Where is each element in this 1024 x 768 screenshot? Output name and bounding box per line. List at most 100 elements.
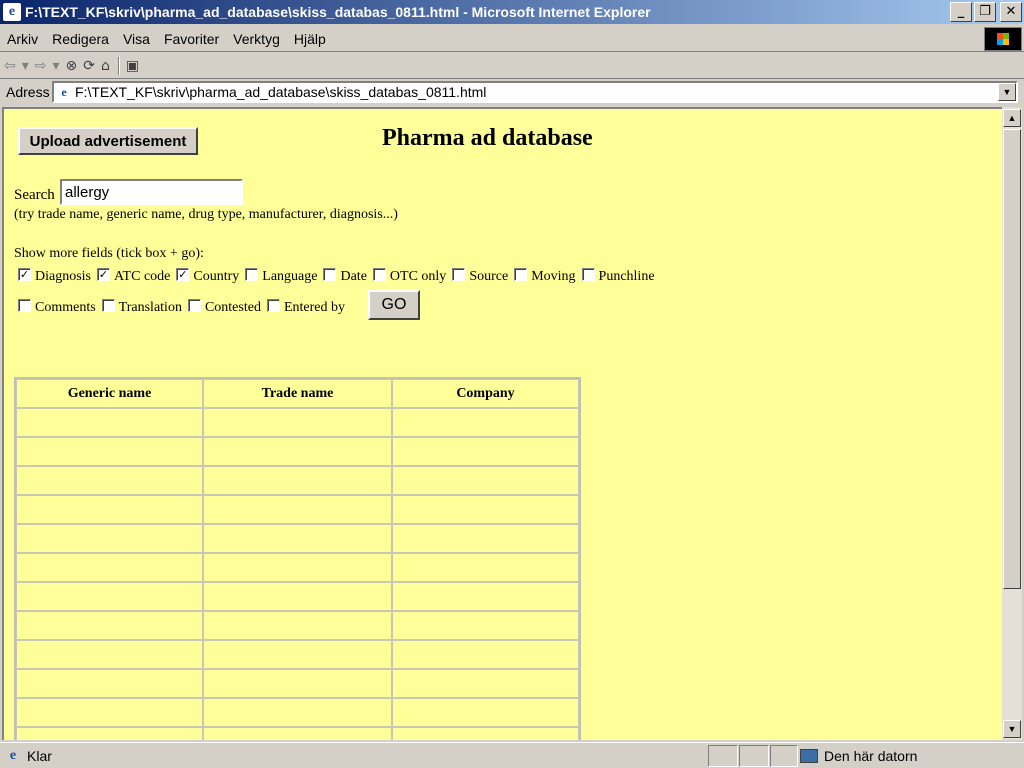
header-generic-name[interactable]: Generic name — [16, 379, 203, 408]
back-icon[interactable]: ⇦ — [4, 58, 16, 74]
table-cell — [203, 611, 392, 640]
table-cell — [203, 698, 392, 727]
menu-favoriter[interactable]: Favoriter — [157, 31, 226, 47]
table-cell — [392, 698, 579, 727]
menu-arkiv[interactable]: Arkiv — [0, 31, 45, 47]
address-url[interactable]: F:\TEXT_KF\skriv\pharma_ad_database\skis… — [75, 84, 486, 100]
upload-advertisement-button[interactable]: Upload advertisement — [18, 127, 198, 155]
field-checkbox-otc-only[interactable]: OTC only — [372, 268, 447, 285]
field-checkbox-atc-code[interactable]: ✓ ATC code — [97, 268, 170, 285]
scroll-thumb[interactable] — [1003, 129, 1021, 589]
home-icon[interactable]: ⌂ — [101, 58, 110, 74]
table-cell — [203, 408, 392, 437]
checkbox[interactable] — [372, 268, 386, 281]
table-cell — [16, 466, 203, 495]
table-cell — [392, 611, 579, 640]
results-table: Generic name Trade name Company — [14, 377, 581, 740]
field-checkbox-translation[interactable]: Translation — [101, 299, 182, 316]
toolbar-separator — [117, 56, 120, 75]
fullscreen-icon[interactable]: ▣ — [126, 58, 139, 74]
vertical-scrollbar[interactable]: ▲ ▼ — [1002, 107, 1022, 740]
field-checkbox-comments[interactable]: Comments — [18, 299, 96, 316]
status-pane — [770, 745, 798, 767]
checkbox-label: Diagnosis — [35, 269, 91, 284]
search-input[interactable] — [60, 179, 243, 205]
go-button[interactable]: GO — [368, 290, 420, 320]
checkbox[interactable] — [452, 268, 466, 281]
menu-visa[interactable]: Visa — [116, 31, 157, 47]
checkbox[interactable] — [581, 268, 595, 281]
table-row — [16, 524, 579, 553]
table-cell — [16, 408, 203, 437]
checkbox[interactable]: ✓ — [18, 268, 31, 281]
field-checkbox-language[interactable]: Language — [245, 268, 317, 285]
table-cell — [16, 669, 203, 698]
checkbox[interactable] — [101, 299, 115, 312]
close-button[interactable]: ✕ — [1000, 2, 1022, 22]
table-cell — [16, 611, 203, 640]
table-cell — [392, 495, 579, 524]
table-cell — [203, 727, 392, 740]
field-checkbox-punchline[interactable]: Punchline — [581, 268, 655, 285]
window-title: F:\TEXT_KF\skriv\pharma_ad_database\skis… — [25, 4, 651, 20]
field-checkbox-moving[interactable]: Moving — [514, 268, 576, 285]
field-checkbox-date[interactable]: Date — [323, 268, 367, 285]
checkbox[interactable]: ✓ — [97, 268, 110, 281]
scroll-up-icon[interactable]: ▲ — [1003, 109, 1021, 127]
menu-hjalp[interactable]: Hjälp — [287, 31, 333, 47]
back-dropdown-icon[interactable]: ▾ — [22, 58, 29, 74]
address-field[interactable]: e F:\TEXT_KF\skriv\pharma_ad_database\sk… — [52, 81, 1018, 103]
ie-icon[interactable]: e — [3, 3, 21, 21]
address-dropdown-icon[interactable]: ▼ — [998, 83, 1016, 101]
zone-text: Den här datorn — [824, 748, 918, 764]
checkbox[interactable] — [187, 299, 201, 312]
table-row — [16, 611, 579, 640]
table-row — [16, 408, 579, 437]
field-checkbox-source[interactable]: Source — [452, 268, 508, 285]
page-status-icon: e — [9, 747, 17, 763]
table-cell — [392, 408, 579, 437]
table-row — [16, 466, 579, 495]
menu-redigera[interactable]: Redigera — [45, 31, 116, 47]
status-pane — [708, 745, 738, 767]
checkbox-label: OTC only — [389, 269, 447, 284]
status-pane — [739, 745, 769, 767]
checkbox[interactable] — [18, 299, 31, 312]
scroll-down-icon[interactable]: ▼ — [1003, 720, 1021, 738]
minimize-button[interactable]: _ — [950, 2, 972, 22]
toolbar: ⇦ ▾ ⇨ ▾ ⊗ ⟳ ⌂ ▣ — [0, 53, 1024, 79]
search-hint: (try trade name, generic name, drug type… — [14, 207, 398, 222]
table-cell — [203, 553, 392, 582]
checkbox[interactable] — [245, 268, 259, 281]
menu-verktyg[interactable]: Verktyg — [226, 31, 287, 47]
refresh-icon[interactable]: ⟳ — [83, 58, 95, 74]
stop-icon[interactable]: ⊗ — [66, 58, 78, 74]
checkbox[interactable] — [323, 268, 337, 281]
table-cell — [16, 582, 203, 611]
header-company[interactable]: Company — [392, 379, 579, 408]
table-cell — [203, 640, 392, 669]
field-checkbox-entered-by[interactable]: Entered by — [266, 299, 345, 316]
checkbox[interactable]: ✓ — [176, 268, 190, 281]
forward-icon[interactable]: ⇨ — [35, 58, 47, 74]
checkbox[interactable] — [514, 268, 528, 281]
field-checkbox-diagnosis[interactable]: ✓ Diagnosis — [18, 268, 91, 285]
table-row — [16, 553, 579, 582]
forward-dropdown-icon[interactable]: ▾ — [53, 58, 60, 74]
security-zone: Den här datorn — [800, 745, 917, 767]
table-cell — [392, 582, 579, 611]
windows-logo-icon — [984, 27, 1022, 51]
table-cell — [392, 553, 579, 582]
checkbox-label: Comments — [35, 300, 96, 315]
restore-button[interactable]: ❐ — [974, 2, 996, 22]
header-trade-name[interactable]: Trade name — [203, 379, 392, 408]
checkbox-label: Entered by — [283, 300, 345, 315]
field-checkbox-country[interactable]: ✓ Country — [176, 268, 239, 285]
checkbox[interactable] — [266, 299, 280, 312]
table-row — [16, 495, 579, 524]
checkbox-label: Punchline — [598, 269, 655, 284]
table-row — [16, 437, 579, 466]
page-icon: e — [61, 85, 67, 99]
checkbox-label: Language — [262, 269, 318, 284]
field-checkbox-contested[interactable]: Contested — [187, 299, 261, 316]
